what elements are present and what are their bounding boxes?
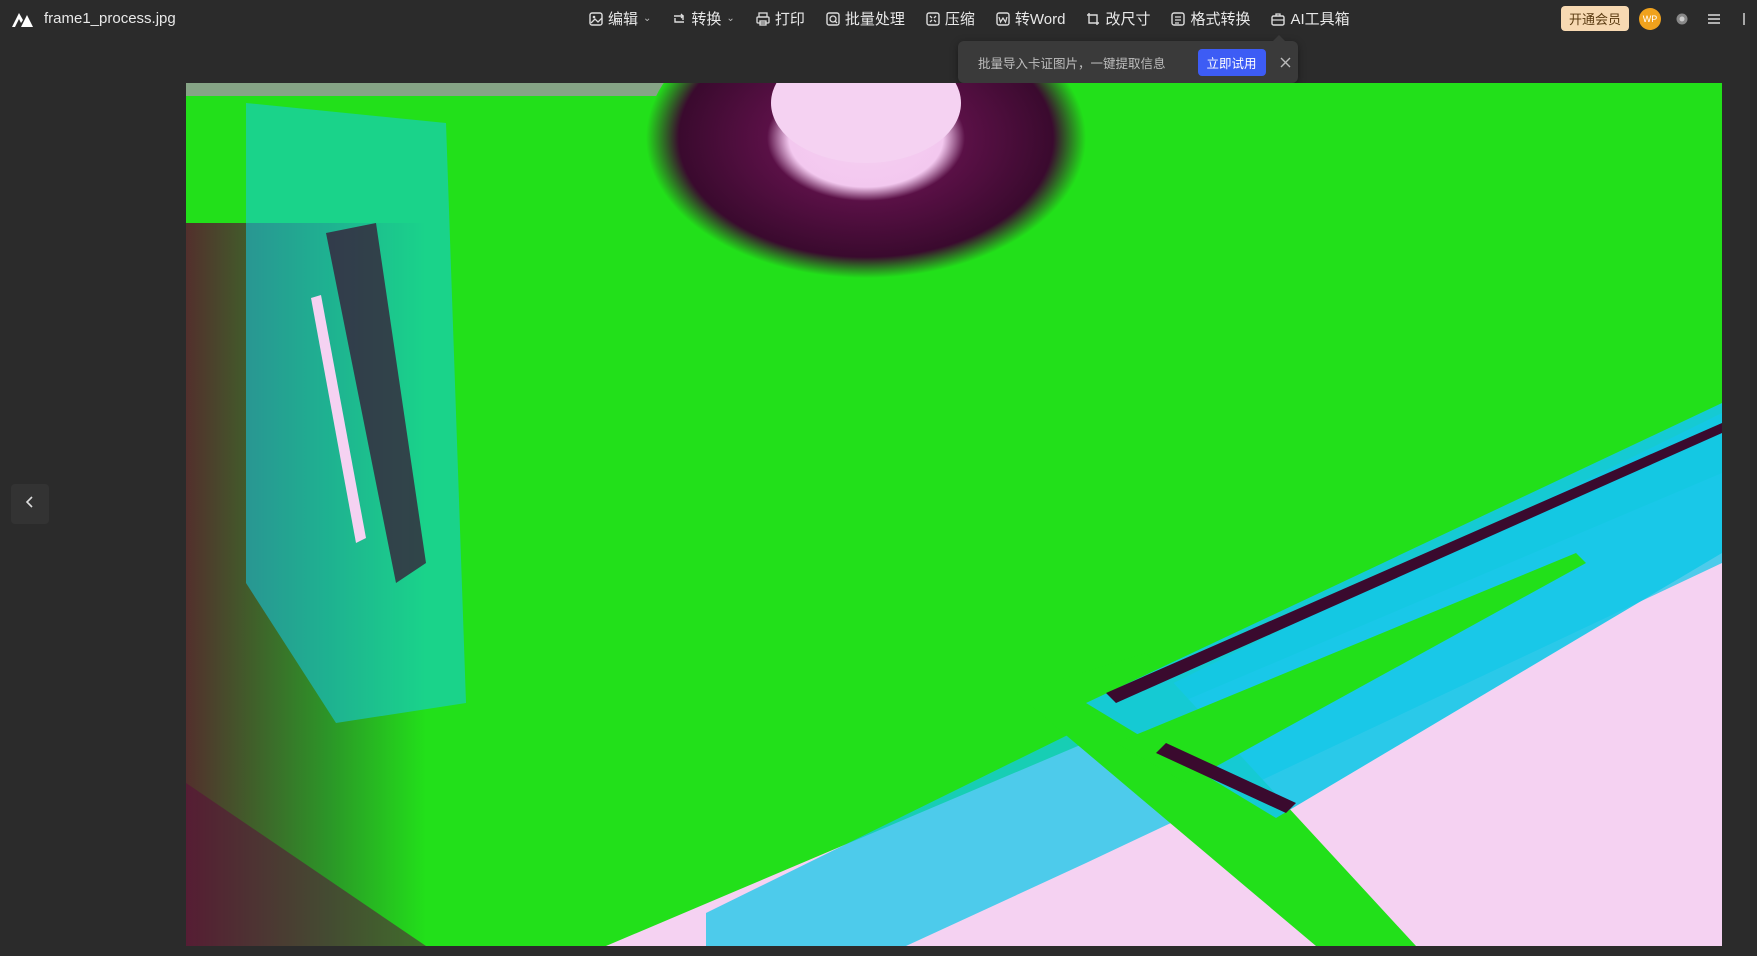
promo-text: 批量导入卡证图片，一键提取信息 bbox=[978, 56, 1166, 71]
compress-icon bbox=[925, 11, 941, 27]
convert-label: 转换 bbox=[691, 11, 722, 28]
app-logo-icon bbox=[10, 9, 34, 29]
app-header: frame1_process.jpg bbox=[10, 0, 176, 37]
printer-icon bbox=[755, 11, 771, 27]
format-convert-icon bbox=[1170, 11, 1186, 27]
rotate-convert-icon bbox=[671, 11, 687, 27]
edit-label: 编辑 bbox=[608, 11, 639, 28]
chevron-down-icon: ⌄ bbox=[643, 13, 652, 24]
convert-button[interactable]: 转换 ⌄ bbox=[671, 8, 735, 29]
resize-icon bbox=[1085, 11, 1101, 27]
ai-toolbox-button[interactable]: AI工具箱 bbox=[1270, 8, 1350, 29]
close-icon[interactable] bbox=[1278, 54, 1294, 70]
previous-image-button[interactable] bbox=[11, 484, 49, 524]
ai-toolbox-icon bbox=[1270, 11, 1286, 27]
compress-label: 压缩 bbox=[944, 11, 975, 28]
image-preview[interactable] bbox=[186, 83, 1722, 946]
try-now-button[interactable]: 立即试用 bbox=[1197, 48, 1266, 76]
vip-button[interactable]: 开通会员 bbox=[1560, 6, 1629, 31]
chevron-left-icon bbox=[25, 495, 35, 514]
window-control-icon[interactable] bbox=[1735, 8, 1757, 30]
preview-image bbox=[186, 83, 1722, 946]
format-convert-label: 格式转换 bbox=[1190, 11, 1251, 28]
format-convert-button[interactable]: 格式转换 bbox=[1170, 8, 1250, 29]
batch-process-label: 批量处理 bbox=[844, 11, 905, 28]
edit-image-icon bbox=[588, 11, 604, 27]
batch-process-button[interactable]: 批量处理 bbox=[825, 8, 905, 29]
resize-button[interactable]: 改尺寸 bbox=[1085, 8, 1150, 29]
promo-popup: 批量导入卡证图片，一键提取信息 立即试用 bbox=[958, 35, 1298, 83]
batch-process-icon bbox=[825, 11, 841, 27]
menu-icon[interactable] bbox=[1703, 8, 1725, 30]
print-button[interactable]: 打印 bbox=[755, 8, 805, 29]
title-bar: frame1_process.jpg 编辑 ⌄ 转换 ⌄ 打印 批量处理 压缩 … bbox=[0, 0, 1757, 37]
edit-button[interactable]: 编辑 ⌄ bbox=[588, 8, 651, 29]
to-word-icon bbox=[995, 11, 1011, 27]
avatar[interactable]: WP bbox=[1639, 7, 1661, 30]
main-toolbar: 编辑 ⌄ 转换 ⌄ 打印 批量处理 压缩 转Word 改尺寸 格式转换 AI工具… bbox=[588, 0, 1350, 37]
chevron-down-icon: ⌄ bbox=[726, 13, 735, 24]
to-word-button[interactable]: 转Word bbox=[995, 8, 1066, 29]
compress-button[interactable]: 压缩 bbox=[925, 8, 975, 29]
header-right: 开通会员 WP bbox=[1560, 0, 1757, 37]
resize-label: 改尺寸 bbox=[1105, 11, 1151, 28]
print-label: 打印 bbox=[774, 11, 805, 28]
skin-settings-icon[interactable] bbox=[1671, 8, 1693, 30]
file-name: frame1_process.jpg bbox=[44, 10, 176, 27]
to-word-label: 转Word bbox=[1014, 11, 1066, 28]
ai-toolbox-label: AI工具箱 bbox=[1290, 11, 1350, 28]
